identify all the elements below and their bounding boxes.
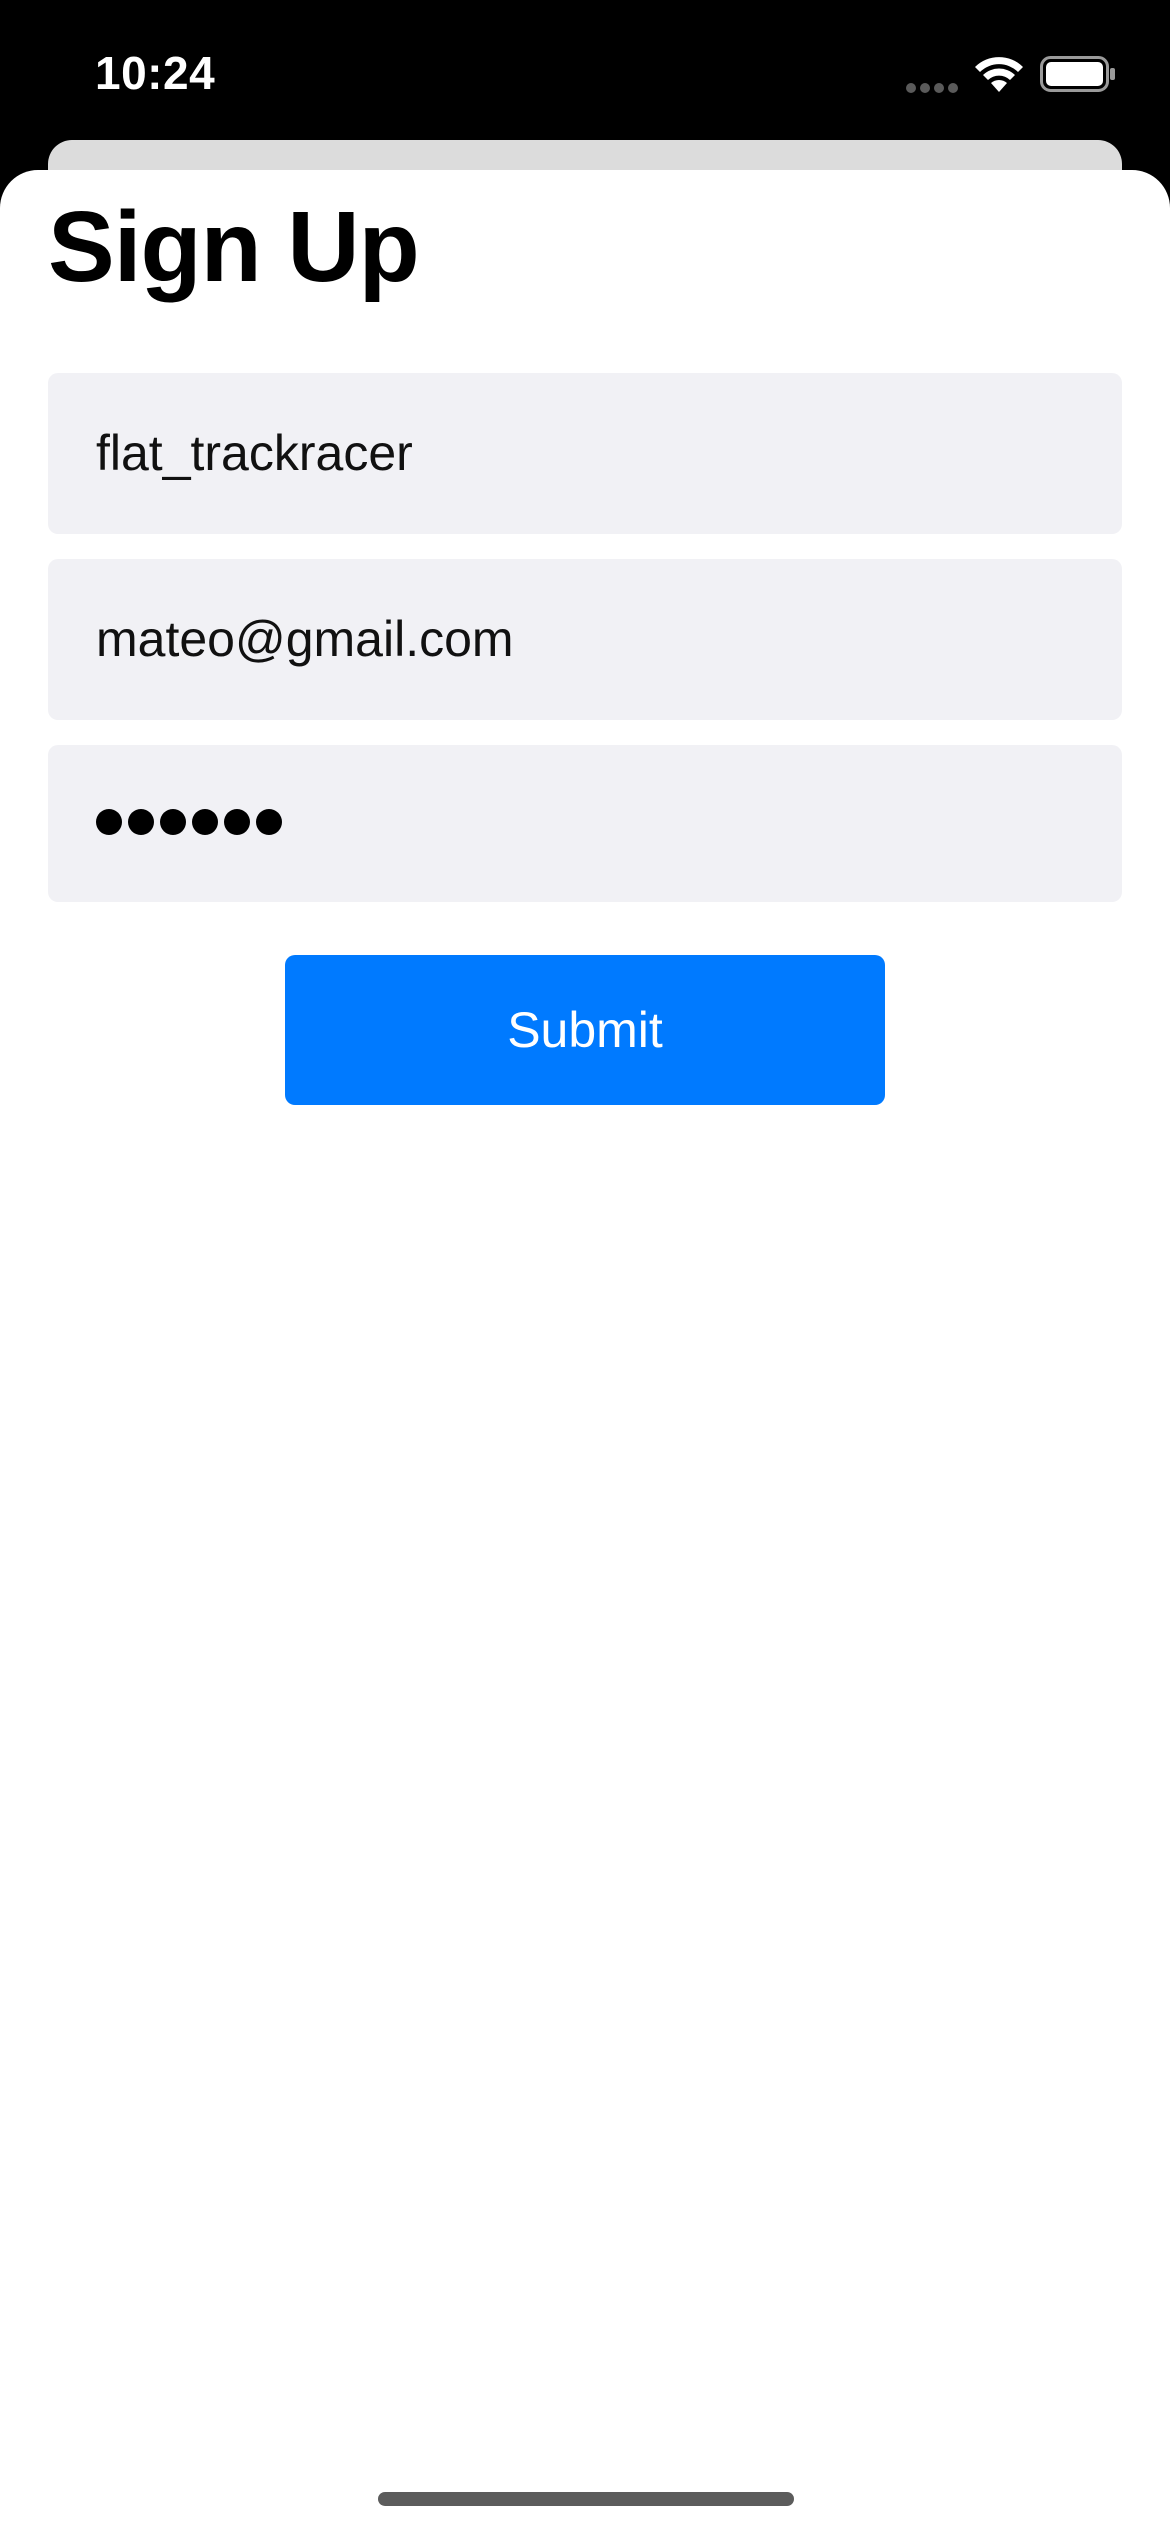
status-time: 10:24: [95, 47, 216, 99]
home-indicator[interactable]: [378, 2492, 794, 2506]
password-dot: [192, 808, 218, 835]
password-field[interactable]: [48, 745, 1122, 902]
password-dot: [160, 808, 186, 835]
page-title: Sign Up: [48, 191, 420, 303]
username-value: flat_trackracer: [96, 425, 413, 481]
email-field[interactable]: mateo@gmail.com: [48, 559, 1122, 720]
password-dot: [128, 808, 154, 835]
submit-button[interactable]: Submit: [285, 955, 885, 1105]
username-field[interactable]: flat_trackracer: [48, 373, 1122, 534]
password-dot: [256, 808, 282, 835]
battery-icon: [1040, 56, 1115, 92]
password-dot: [96, 808, 122, 835]
wifi-icon: [975, 57, 1023, 92]
status-bar: 10:24: [0, 0, 1170, 150]
email-value: mateo@gmail.com: [96, 611, 514, 667]
cellular-signal-icon: [906, 83, 958, 93]
password-masked-value: [96, 808, 282, 835]
password-dot: [224, 808, 250, 835]
